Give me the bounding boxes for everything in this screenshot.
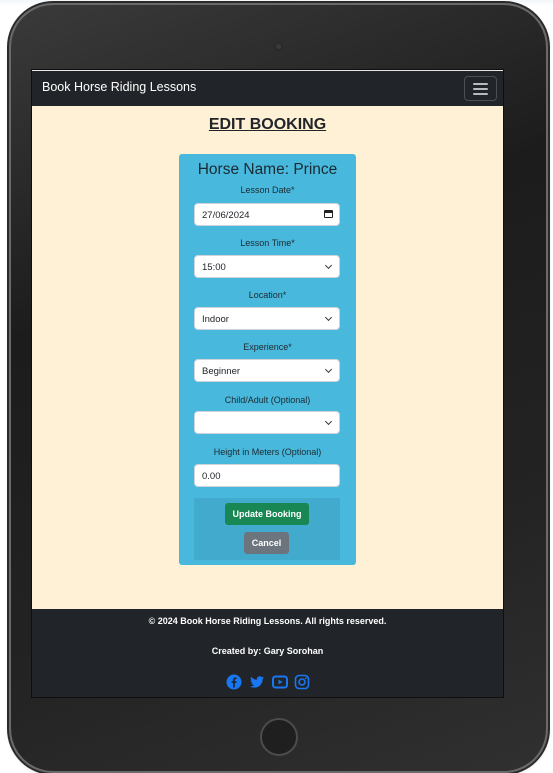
lesson-date-input[interactable]: 27/06/2024 — [194, 203, 340, 226]
height-input[interactable]: 0.00 — [194, 464, 340, 487]
device-screen: Book Horse Riding Lessons EDIT BOOKING H… — [31, 69, 504, 698]
hamburger-icon — [473, 83, 488, 85]
update-booking-button[interactable]: Update Booking — [225, 503, 309, 525]
twitter-icon[interactable] — [249, 674, 265, 690]
chevron-down-icon — [324, 365, 333, 374]
credit-text: Created by: Gary Sorohan — [211, 646, 324, 656]
navbar-brand[interactable]: Book Horse Riding Lessons — [42, 80, 196, 94]
youtube-icon[interactable] — [272, 674, 288, 690]
calendar-icon[interactable] — [324, 210, 333, 218]
height-value: 0.00 — [202, 471, 221, 482]
lesson-date-value: 27/06/2024 — [202, 210, 250, 221]
experience-label: Experience* — [243, 342, 292, 352]
copyright-text: © 2024 Book Horse Riding Lessons. All ri… — [148, 616, 387, 626]
facebook-icon[interactable] — [226, 674, 242, 690]
footer: © 2024 Book Horse Riding Lessons. All ri… — [32, 609, 503, 697]
lesson-time-label: Lesson Time* — [240, 238, 295, 248]
experience-value: Beginner — [202, 366, 241, 377]
child-adult-label: Child/Adult (Optional) — [224, 395, 311, 405]
camera-icon — [274, 42, 283, 51]
page-title: EDIT BOOKING — [208, 116, 327, 133]
child-adult-select[interactable] — [194, 411, 340, 434]
height-label: Height in Meters (Optional) — [213, 447, 322, 457]
navbar-toggler-button[interactable] — [464, 76, 497, 101]
hamburger-icon — [473, 88, 488, 90]
cancel-button[interactable]: Cancel — [244, 532, 289, 554]
hamburger-icon — [473, 93, 488, 95]
lesson-date-label: Lesson Date* — [240, 185, 295, 195]
instagram-icon[interactable] — [294, 674, 310, 690]
horse-name-heading: Horse Name: Prince — [197, 161, 338, 178]
chevron-down-icon — [324, 313, 333, 322]
chevron-down-icon — [324, 261, 333, 270]
experience-select[interactable]: Beginner — [194, 359, 340, 382]
form-actions: Update Booking Cancel — [194, 498, 340, 560]
lesson-time-select[interactable]: 15:00 — [194, 255, 340, 278]
chevron-down-icon — [324, 417, 333, 426]
edit-booking-form: Horse Name: Prince Lesson Date* 27/06/20… — [179, 154, 356, 565]
navbar: Book Horse Riding Lessons — [32, 70, 503, 106]
location-label: Location* — [248, 290, 287, 300]
location-select[interactable]: Indoor — [194, 307, 340, 330]
home-button[interactable] — [260, 718, 298, 756]
lesson-time-value: 15:00 — [202, 262, 226, 273]
location-value: Indoor — [202, 314, 229, 325]
